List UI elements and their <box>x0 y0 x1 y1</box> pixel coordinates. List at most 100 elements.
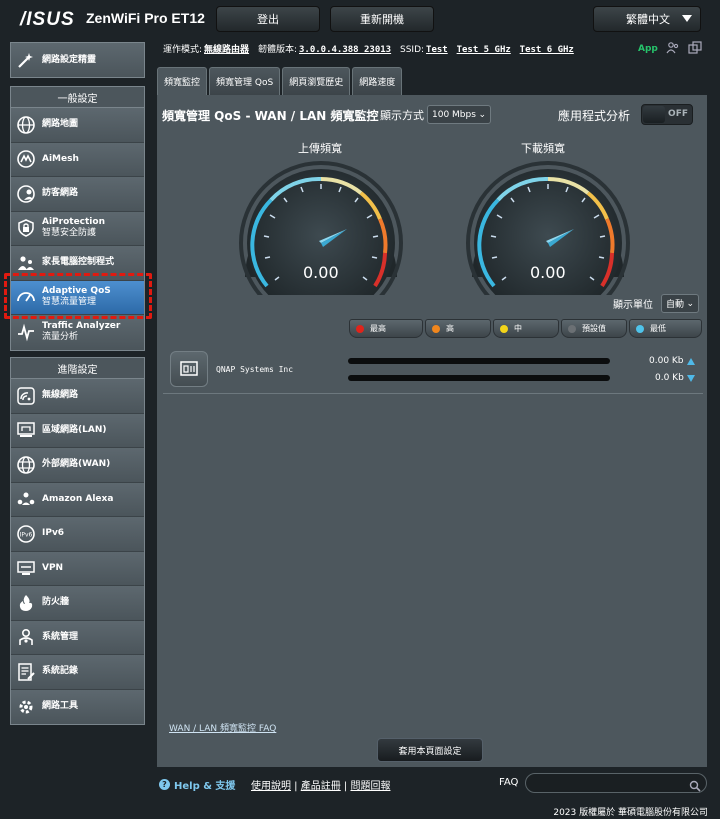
client-upload-bar <box>348 358 610 364</box>
manual-link[interactable]: 使用說明 <box>251 781 291 792</box>
aimesh-icon <box>15 148 37 170</box>
sidebar-item-lan[interactable]: 區域網路(LAN) <box>11 413 144 448</box>
sidebar-item-label: Traffic Analyzer <box>42 321 121 332</box>
ssid-link-2[interactable]: Test_5_GHz <box>457 45 511 55</box>
wifi-icon <box>15 385 37 407</box>
sidebar-item-label: 網路工具 <box>42 701 79 712</box>
sidebar-item-aiprotection[interactable]: AiProtection 智慧安全防護 <box>11 211 144 246</box>
advanced-settings-box: 進階設定 無線網路 區域網路(LAN) 外部網路(WAN) Amazon Ale… <box>10 357 145 725</box>
upload-value: 0.00 <box>303 263 339 282</box>
upload-label: 上傳頻寬 <box>298 142 342 155</box>
sidebar-item-sublabel: 智慧安全防護 <box>42 228 97 239</box>
tab-bar: 頻寬監控 頻寬管理 QoS 網頁瀏覽歷史 網路速度 <box>157 67 404 95</box>
firmware-version-link[interactable]: 3.0.0.4.388_23013 <box>299 45 391 55</box>
feedback-link[interactable]: 問題回報 <box>350 781 390 792</box>
network-tools-icon <box>15 696 37 718</box>
firmware-label: 韌體版本: <box>257 45 297 55</box>
traffic-analyzer-icon <box>15 321 37 343</box>
footer-links: 使用說明 | 產品註冊 | 問題回報 <box>251 781 391 792</box>
asus-logo: /ISUS <box>20 9 75 30</box>
display-mode-value: 100 Mbps <box>432 109 476 120</box>
app-status[interactable]: App <box>638 44 658 54</box>
status-line: 運作模式: 無線路由器 韌體版本: 3.0.0.4.388_23013 SSID: T… <box>163 42 574 55</box>
operation-mode-link[interactable]: 無線路由器 <box>204 45 249 55</box>
legend-lowest: 最低 <box>629 319 702 338</box>
chevron-down-icon: ⌄ <box>686 299 694 309</box>
sidebar-item-guest-network[interactable]: 訪客網路 <box>11 177 144 212</box>
advanced-settings-title: 進階設定 <box>11 358 144 379</box>
sidebar-item-alexa[interactable]: Amazon Alexa <box>11 482 144 517</box>
help-support-link[interactable]: ? Help & 支援 <box>159 777 235 792</box>
download-value: 0.00 <box>530 263 566 282</box>
sidebar-item-label: VPN <box>42 562 64 573</box>
toggle-state: OFF <box>668 109 688 119</box>
unit-label: 顯示單位 <box>613 300 653 311</box>
sidebar-item-network-map[interactable]: 網路地圖 <box>11 108 144 143</box>
chevron-down-icon <box>682 15 692 22</box>
copy-icon[interactable] <box>688 40 702 59</box>
faq-search-input[interactable] <box>525 773 707 793</box>
ssid-label: SSID: <box>399 45 425 55</box>
sidebar-item-sublabel: 流量分析 <box>42 332 79 343</box>
register-link[interactable]: 產品註冊 <box>301 781 341 792</box>
app-analysis-toggle[interactable]: OFF <box>641 104 693 125</box>
app-analysis-label: 應用程式分析 <box>558 109 631 123</box>
vpn-icon <box>15 557 37 579</box>
users-icon[interactable] <box>666 40 680 59</box>
sidebar-item-label: 區域網路(LAN) <box>42 424 107 435</box>
faq-link[interactable]: WAN / LAN 頻寬監控 FAQ <box>169 721 276 734</box>
tab-bandwidth-monitor[interactable]: 頻寬監控 <box>157 67 208 95</box>
copyright: 2023 版權屬於 華碩電腦股份有限公司 <box>553 808 708 818</box>
client-name: QNAP Systems Inc <box>216 365 294 374</box>
lock-icon <box>15 217 37 239</box>
wan-globe-icon <box>15 454 37 476</box>
tab-qos[interactable]: 頻寬管理 QoS <box>209 67 281 95</box>
language-select[interactable]: 繁體中文 <box>593 6 701 32</box>
tab-speed-test[interactable]: 網路速度 <box>352 67 403 95</box>
sidebar-item-administration[interactable]: 系統管理 <box>11 620 144 655</box>
sidebar-item-network-tools[interactable]: 網路工具 <box>11 689 144 724</box>
sidebar-item-wireless[interactable]: 無線網路 <box>11 379 144 414</box>
toggle-knob <box>643 106 665 123</box>
apply-button[interactable]: 套用本頁面設定 <box>377 738 483 762</box>
medium-dot-icon <box>500 324 508 333</box>
default-dot-icon <box>568 324 576 333</box>
ssid-link-3[interactable]: Test_6_GHz <box>520 45 574 55</box>
legend-default: 預設值 <box>561 319 627 338</box>
client-download-rate: 0.0 Kb <box>655 373 684 383</box>
sidebar-item-wan[interactable]: 外部網路(WAN) <box>11 448 144 483</box>
display-mode-select[interactable]: 100 Mbps ⌄ <box>427 105 491 124</box>
logout-button[interactable]: 登出 <box>216 6 320 32</box>
sidebar-item-traffic-analyzer[interactable]: Traffic Analyzer 流量分析 <box>11 315 144 350</box>
sidebar-item-vpn[interactable]: VPN <box>11 551 144 586</box>
client-device-icon[interactable] <box>170 351 208 387</box>
svg-text:IPv6: IPv6 <box>20 531 33 538</box>
sidebar-item-system-log[interactable]: 系統記錄 <box>11 655 144 690</box>
faq-label: FAQ <box>499 777 519 788</box>
client-upload-rate: 0.00 Kb <box>649 356 684 366</box>
lan-icon <box>15 419 37 441</box>
sidebar-item-label: 系統記錄 <box>42 666 79 677</box>
search-icon[interactable] <box>689 777 701 796</box>
alexa-icon <box>15 488 37 510</box>
ssid-link-1[interactable]: Test <box>426 45 448 55</box>
general-settings-title: 一般設定 <box>11 87 144 108</box>
page-title: 頻寬管理 QoS - WAN / LAN 頻寬監控 <box>162 109 379 123</box>
client-download-bar <box>348 375 610 381</box>
sidebar-item-label: 訪客網路 <box>42 188 79 199</box>
sidebar-item-label: AiMesh <box>42 153 79 164</box>
wizard-icon <box>15 49 37 71</box>
tab-web-history[interactable]: 網頁瀏覽歷史 <box>282 67 351 95</box>
divider <box>163 393 703 394</box>
reboot-button[interactable]: 重新開機 <box>330 6 434 32</box>
sidebar-item-label: 家長電腦控制程式 <box>42 257 115 268</box>
download-label: 下載頻寬 <box>521 142 565 155</box>
lowest-dot-icon <box>636 324 644 333</box>
sidebar-item-ipv6[interactable]: IPv6 IPv6 <box>11 517 144 552</box>
sidebar-item-aimesh[interactable]: AiMesh <box>11 142 144 177</box>
chevron-down-icon: ⌄ <box>478 110 486 120</box>
sidebar-item-firewall[interactable]: 防火牆 <box>11 586 144 621</box>
unit-select[interactable]: 自動 ⌄ <box>661 294 699 313</box>
sidebar-item-wizard[interactable]: 網路設定精靈 <box>11 43 144 77</box>
legend-highest: 最高 <box>349 319 423 338</box>
